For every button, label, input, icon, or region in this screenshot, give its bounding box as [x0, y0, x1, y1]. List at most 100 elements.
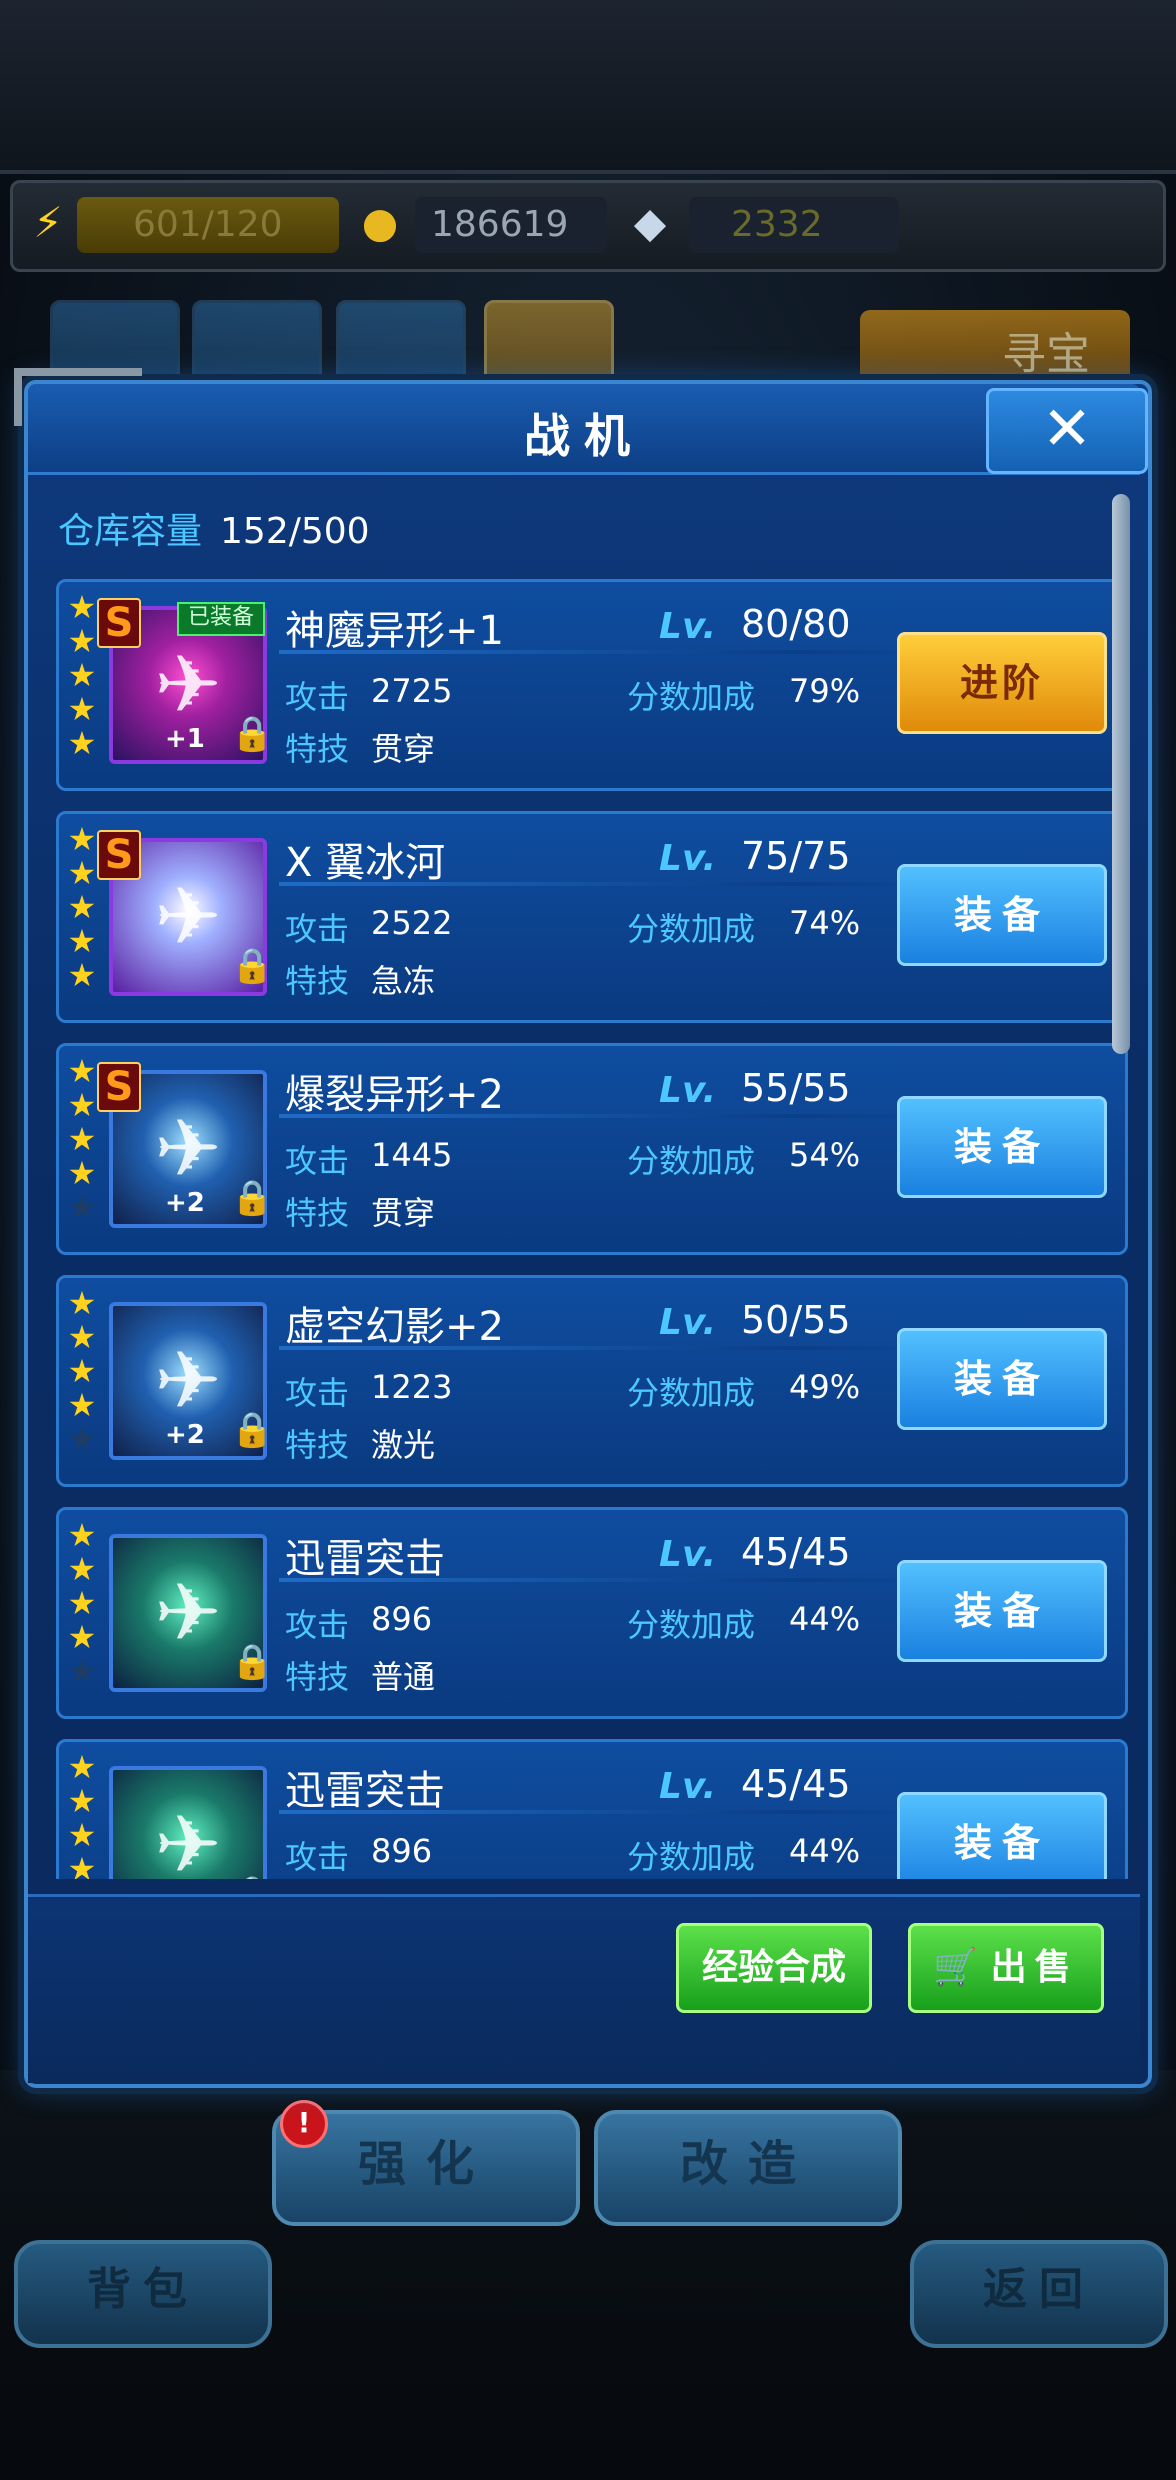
- level-label: Lv.: [659, 1302, 717, 1343]
- star-rating: ★★★★★: [65, 1054, 99, 1224]
- skill-value: 急冻: [371, 962, 436, 1000]
- modify-button[interactable]: 改造: [594, 2110, 902, 2226]
- grade-badge: S: [97, 1062, 141, 1112]
- jet-icon: ✈: [154, 1566, 222, 1659]
- attack-label: 攻击: [285, 1374, 350, 1412]
- lock-icon[interactable]: 🔒: [231, 946, 273, 986]
- star-rating: ★★★★★: [65, 822, 99, 992]
- equip-button[interactable]: 装备: [897, 1792, 1107, 1879]
- energy-icon: ⚡: [33, 198, 63, 247]
- score-bonus-label: 分数加成: [627, 678, 756, 716]
- attack-label: 攻击: [285, 678, 350, 716]
- capacity-label: 仓库容量: [58, 511, 203, 552]
- level-value: 80/80: [741, 602, 851, 646]
- jet-icon: ✈: [154, 870, 222, 963]
- resource-bar: ⚡ 601/120 ● 186619 ◆ 2332: [10, 180, 1166, 272]
- scrollbar[interactable]: [1112, 494, 1130, 1054]
- alert-badge: !: [280, 2100, 328, 2148]
- warehouse-capacity: 仓库容量 152/500: [58, 502, 370, 554]
- lock-icon[interactable]: 🔒: [231, 1874, 273, 1879]
- exp-merge-button[interactable]: 经验合成: [676, 1923, 872, 2013]
- name-divider: [279, 1114, 919, 1118]
- modal-title: 战机: [524, 409, 644, 463]
- star-icon: ★: [67, 1816, 97, 1854]
- star-icon: ★: [67, 888, 97, 926]
- equip-button[interactable]: 装备: [897, 864, 1107, 966]
- star-rating: ★★★★★: [65, 1750, 99, 1879]
- lock-icon[interactable]: 🔒: [231, 714, 273, 754]
- cart-icon: 🛒: [933, 1947, 979, 1988]
- fighter-card[interactable]: ★ ★ ★ ★ ★ ✈ +2 🔒 虚空幻影+2 Lv. 50/55 攻击 1223 分数加成 49% 特技 激光…: [56, 1275, 1128, 1487]
- sell-button-label: 出售: [990, 1947, 1079, 1988]
- fighter-name: 迅雷突击: [285, 1536, 445, 1582]
- backpack-button[interactable]: 背包: [14, 2240, 272, 2348]
- lock-icon[interactable]: 🔒: [231, 1410, 273, 1450]
- close-button[interactable]: ✕: [986, 388, 1148, 474]
- score-bonus-label: 分数加成: [627, 1142, 756, 1180]
- fighter-list[interactable]: ★ ★ ★ ★ ★ ✈ S 已装备 +1 🔒 神魔异形+1 Lv. 80/80 攻击 2725 分数加成 79%…: [50, 579, 1142, 1879]
- star-icon: ★: [67, 1120, 97, 1158]
- fighter-name: X 翼冰河: [285, 840, 446, 886]
- attack-label: 攻击: [285, 1142, 350, 1180]
- fighter-card[interactable]: ★ ★ ★ ★ ★ ✈ S 已装备 +1 🔒 神魔异形+1 Lv. 80/80 攻击 2725 分数加成 79%…: [56, 579, 1128, 791]
- sell-button[interactable]: 🛒 出售: [908, 1923, 1104, 2013]
- score-bonus-label: 分数加成: [627, 910, 756, 948]
- attack-value: 896: [371, 1832, 433, 1870]
- fighter-card[interactable]: ★★★★★✈🔒迅雷突击Lv.45/45攻击896分数加成44%特技普通装备: [56, 1507, 1128, 1719]
- star-icon: ★: [67, 1386, 97, 1424]
- score-bonus-value: 74%: [789, 904, 861, 942]
- gem-icon: ◆: [633, 198, 667, 247]
- star-icon: ★: [67, 1516, 97, 1554]
- advance-button[interactable]: 进阶: [897, 632, 1107, 734]
- star-icon: ★: [67, 1420, 97, 1458]
- skill-value: 普通: [371, 1658, 436, 1696]
- fighter-name: 虚空幻影+2: [285, 1304, 504, 1350]
- enhance-level: +2: [165, 1420, 205, 1450]
- name-divider: [279, 882, 919, 886]
- star-icon: ★: [67, 724, 97, 762]
- equip-button[interactable]: 装备: [897, 1096, 1107, 1198]
- level-value: 45/45: [741, 1762, 851, 1806]
- fighter-modal: 战机 ✕ 仓库容量 152/500 ★ ★ ★ ★ ★ ✈ S 已装备 +1 🔒 神魔异形+1 Lv. 8…: [14, 368, 1152, 2088]
- star-icon: ★: [67, 1618, 97, 1656]
- fighter-name: 迅雷突击: [285, 1768, 445, 1814]
- star-rating: ★★★★★: [65, 590, 99, 760]
- skill-value: 贯穿: [371, 730, 436, 768]
- level-label: Lv.: [659, 838, 717, 879]
- grade-badge: S: [97, 598, 141, 648]
- star-icon: ★: [67, 1352, 97, 1390]
- star-icon: ★: [67, 1748, 97, 1786]
- star-icon: ★: [67, 690, 97, 728]
- grade-badge: S: [97, 830, 141, 880]
- lock-icon[interactable]: 🔒: [231, 1178, 273, 1218]
- level-value: 45/45: [741, 1530, 851, 1574]
- star-icon: ★: [67, 588, 97, 626]
- back-button[interactable]: 返回: [910, 2240, 1168, 2348]
- star-icon: ★: [67, 820, 97, 858]
- star-icon: ★: [67, 1188, 97, 1226]
- star-icon: ★: [67, 1782, 97, 1820]
- modal-header: 战机 ✕: [28, 384, 1148, 475]
- score-bonus-label: 分数加成: [627, 1838, 756, 1876]
- attack-label: 攻击: [285, 910, 350, 948]
- star-icon: ★: [67, 1584, 97, 1622]
- capacity-value: 152/500: [220, 511, 370, 552]
- fighter-card[interactable]: ★ ★ ★ ★ ★ ✈ S 🔒 X 翼冰河 Lv. 75/75 攻击 2522 分数加成 74% 特技 急冻 装备: [56, 811, 1128, 1023]
- star-icon: ★: [67, 1318, 97, 1356]
- attack-label: 攻击: [285, 1606, 350, 1644]
- fighter-card[interactable]: ★★★★★✈🔒迅雷突击Lv.45/45攻击896分数加成44%特技普通装备: [56, 1739, 1128, 1879]
- top-frame: [0, 0, 1176, 174]
- attack-value: 2522: [371, 904, 453, 942]
- enhance-level: +2: [165, 1188, 205, 1218]
- level-value: 55/55: [741, 1066, 851, 1110]
- score-bonus-value: 79%: [789, 672, 861, 710]
- equip-button[interactable]: 装备: [897, 1560, 1107, 1662]
- equip-button[interactable]: 装备: [897, 1328, 1107, 1430]
- name-divider: [279, 1578, 919, 1582]
- score-bonus-value: 44%: [789, 1832, 861, 1870]
- skill-label: 特技: [285, 1426, 350, 1464]
- lock-icon[interactable]: 🔒: [231, 1642, 273, 1682]
- fighter-card[interactable]: ★ ★ ★ ★ ★ ✈ S +2 🔒 爆裂异形+2 Lv. 55/55 攻击 1445 分数加成 54% 特技贯…: [56, 1043, 1128, 1255]
- modal-footer: 经验合成 🛒 出售: [28, 1894, 1140, 2083]
- fighter-name: 神魔异形+1: [285, 608, 504, 654]
